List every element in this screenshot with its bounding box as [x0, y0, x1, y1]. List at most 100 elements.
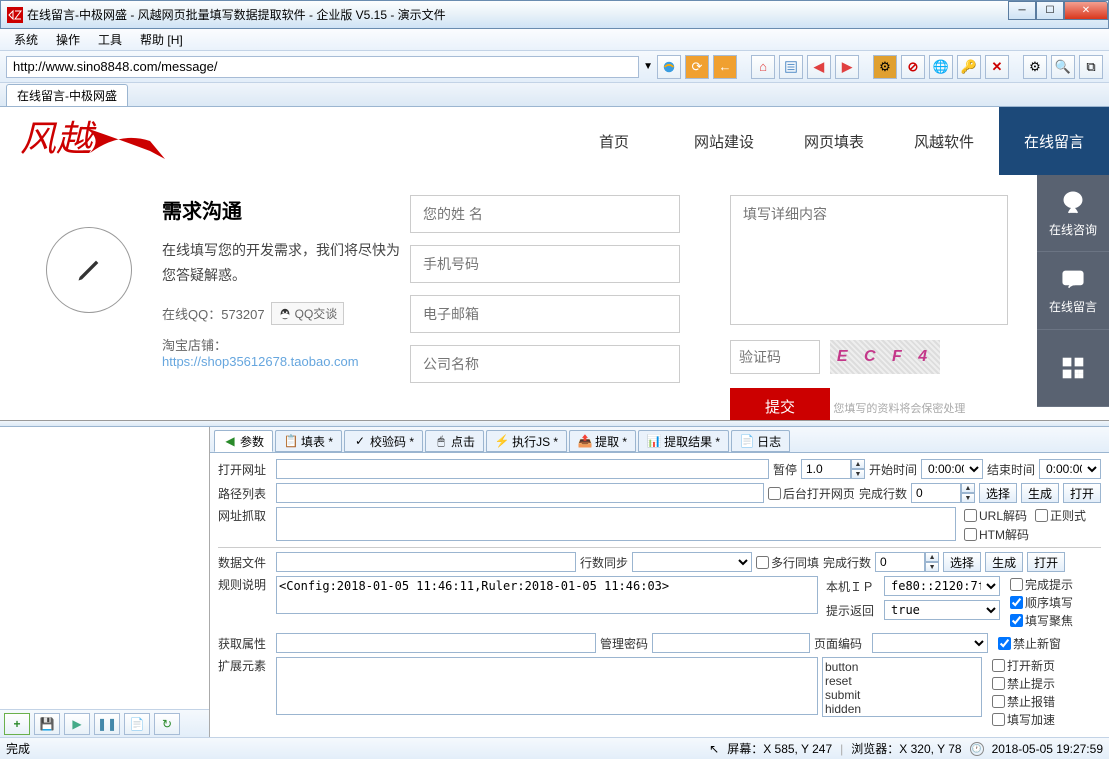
url-toolbar: ▼ ⟳ ← ⌂ ◀ ▶ ⚙ ⊘ 🌐 🔑 ✕ ⚙ 🔍 ⧉	[0, 51, 1109, 83]
pause-spinner[interactable]: ▲▼	[801, 459, 865, 479]
float-message[interactable]: 在线留言	[1037, 252, 1109, 329]
nav-form[interactable]: 网页填表	[779, 107, 889, 175]
float-qr[interactable]	[1037, 330, 1109, 407]
get-attr-input[interactable]	[276, 633, 596, 653]
done-rows-spinner[interactable]: ▲▼	[911, 483, 975, 503]
seq-fill-check[interactable]: 顺序填写	[1010, 594, 1073, 611]
back-icon[interactable]: ←	[713, 55, 737, 79]
menu-operate[interactable]: 操作	[48, 29, 88, 50]
status-browser: 浏览器：X 320, Y 78	[851, 740, 961, 757]
htm-decode-check[interactable]: HTM解码	[964, 526, 1086, 543]
open-newpage-check[interactable]: 打开新页	[992, 657, 1055, 674]
detail-textarea[interactable]	[730, 195, 1008, 325]
data-file-input[interactable]	[276, 552, 576, 572]
refresh-icon[interactable]: ⟳	[685, 55, 709, 79]
url-input[interactable]	[6, 56, 639, 78]
export-button[interactable]: 📄	[124, 713, 150, 735]
ie-icon[interactable]	[657, 55, 681, 79]
prompt-return-select[interactable]: true	[884, 600, 1000, 620]
generate2-button[interactable]: 生成	[985, 552, 1023, 572]
globe-icon[interactable]: 🌐	[929, 55, 953, 79]
menu-help[interactable]: 帮助 [H]	[132, 29, 191, 50]
menu-tools[interactable]: 工具	[90, 29, 130, 50]
status-left: 完成	[6, 740, 30, 757]
done-rows2-spinner[interactable]: ▲▼	[875, 552, 939, 572]
end-time-select[interactable]: 0:00:00	[1039, 459, 1101, 479]
copy-icon[interactable]: ⧉	[1079, 55, 1103, 79]
refresh-button[interactable]: ↻	[154, 713, 180, 735]
rule-desc-textarea[interactable]: <Config:2018-01-05 11:46:11,Ruler:2018-0…	[276, 576, 818, 614]
path-list-input[interactable]	[276, 483, 764, 503]
regex-check[interactable]: 正则式	[1035, 507, 1086, 524]
tab-params[interactable]: ◀参数	[214, 430, 273, 452]
save-button[interactable]: 💾	[34, 713, 60, 735]
tab-js[interactable]: ⚡执行JS *	[486, 430, 567, 452]
label-ext-elem: 扩展元素	[218, 657, 272, 674]
search-icon[interactable]: 🔍	[1051, 55, 1075, 79]
qq-badge[interactable]: QQ交谈	[271, 302, 345, 325]
home-icon[interactable]: ⌂	[751, 55, 775, 79]
tool1-icon[interactable]: ⚙	[873, 55, 897, 79]
tab-result[interactable]: 📊提取结果 *	[638, 430, 729, 452]
nav-build[interactable]: 网站建设	[669, 107, 779, 175]
no-error-check[interactable]: 禁止报错	[992, 693, 1055, 710]
nav-soft[interactable]: 风越软件	[889, 107, 999, 175]
company-input[interactable]	[410, 345, 680, 383]
pencil-icon	[46, 227, 132, 313]
tab-extract[interactable]: 📤提取 *	[569, 430, 636, 452]
add-button[interactable]: +	[4, 713, 30, 735]
done-prompt-check[interactable]: 完成提示	[1010, 576, 1073, 593]
tab-fillform[interactable]: 📋填表 *	[275, 430, 342, 452]
fill-focus-check[interactable]: 填写聚焦	[1010, 612, 1073, 629]
tab-click[interactable]: 🖱点击	[425, 430, 484, 452]
open-button[interactable]: 打开	[1063, 483, 1101, 503]
select2-button[interactable]: 选择	[943, 552, 981, 572]
url-decode-check[interactable]: URL解码	[964, 507, 1027, 524]
name-input[interactable]	[410, 195, 680, 233]
fill-fast-check[interactable]: 填写加速	[992, 711, 1055, 728]
open-url-input[interactable]	[276, 459, 769, 479]
email-input[interactable]	[410, 295, 680, 333]
float-consult[interactable]: 在线咨询	[1037, 175, 1109, 252]
row-sync-select[interactable]	[632, 552, 752, 572]
captcha-input[interactable]	[730, 340, 820, 374]
minimize-button[interactable]: ─	[1008, 1, 1036, 20]
tab-captcha[interactable]: ✓校验码 *	[344, 430, 423, 452]
nav-message[interactable]: 在线留言	[999, 107, 1109, 175]
settings-icon[interactable]: ⚙	[1023, 55, 1047, 79]
open2-button[interactable]: 打开	[1027, 552, 1065, 572]
pause-button[interactable]: ❚❚	[94, 713, 120, 735]
next-icon[interactable]: ▶	[835, 55, 859, 79]
delete-icon[interactable]: ✕	[985, 55, 1009, 79]
list-icon[interactable]	[779, 55, 803, 79]
close-button[interactable]: ✕	[1064, 1, 1108, 20]
ext-elem-textarea[interactable]	[276, 657, 818, 715]
tab-log[interactable]: 📄日志	[731, 430, 790, 452]
multi-fill-check[interactable]: 多行同填	[756, 554, 819, 571]
start-time-select[interactable]: 0:00:00	[921, 459, 983, 479]
phone-input[interactable]	[410, 245, 680, 283]
submit-button[interactable]: 提交	[730, 388, 830, 421]
captcha-image[interactable]: E C F 4	[830, 340, 940, 374]
local-ip-select[interactable]: fe80::2120:7f07:	[884, 576, 1000, 596]
menu-system[interactable]: 系统	[6, 29, 46, 50]
maximize-button[interactable]: ☐	[1036, 1, 1064, 20]
browser-tab[interactable]: 在线留言-中极网盛	[6, 84, 128, 106]
key-icon[interactable]: 🔑	[957, 55, 981, 79]
no-prompt-check[interactable]: 禁止提示	[992, 675, 1055, 692]
no-newwin-check[interactable]: 禁止新窗	[998, 635, 1061, 652]
ext-elem-list[interactable]: buttonresetsubmithiddeniframe	[822, 657, 982, 717]
url-grab-textarea[interactable]	[276, 507, 956, 541]
stop-icon[interactable]: ⊘	[901, 55, 925, 79]
prev-icon[interactable]: ◀	[807, 55, 831, 79]
generate-button[interactable]: 生成	[1021, 483, 1059, 503]
config-tabbar: ◀参数 📋填表 * ✓校验码 * 🖱点击 ⚡执行JS * 📤提取 * 📊提取结果…	[210, 427, 1109, 453]
label-local-ip: 本机ＩＰ	[826, 578, 880, 595]
select-button[interactable]: 选择	[979, 483, 1017, 503]
nav-home[interactable]: 首页	[559, 107, 669, 175]
page-encode-select[interactable]	[872, 633, 988, 653]
shop-link[interactable]: https://shop35612678.taobao.com	[162, 354, 359, 369]
bg-open-check[interactable]: 后台打开网页	[768, 485, 855, 502]
play-button[interactable]: ▶	[64, 713, 90, 735]
admin-pwd-input[interactable]	[652, 633, 810, 653]
